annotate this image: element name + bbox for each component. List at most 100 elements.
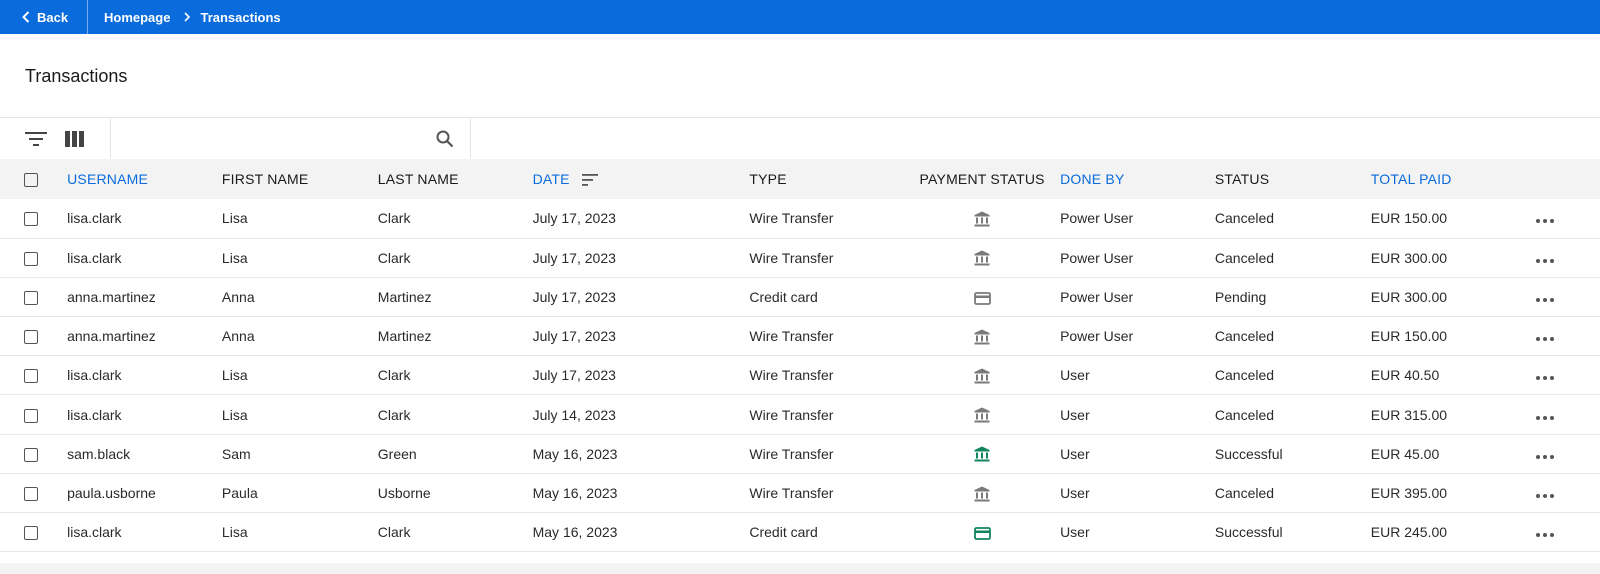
table-row[interactable]: anna.martinez Anna Martinez July 17, 202…	[0, 277, 1600, 317]
cell-done-by: User	[1060, 484, 1090, 501]
cell-total-paid: EUR 395.00	[1370, 484, 1448, 501]
cell-status: Canceled	[1214, 367, 1275, 384]
cell-payment-status	[904, 473, 1060, 512]
more-actions-icon[interactable]	[1535, 219, 1554, 224]
search-input[interactable]	[111, 118, 421, 158]
more-actions-icon[interactable]	[1535, 454, 1554, 459]
table-row[interactable]: paula.usborne Paula Usborne May 16, 2023…	[0, 473, 1600, 513]
page-title: Transactions	[25, 66, 128, 86]
table-row[interactable]: lisa.clark Lisa Clark July 17, 2023 Wire…	[0, 238, 1600, 278]
more-actions-icon[interactable]	[1535, 376, 1554, 381]
cell-type: Wire Transfer	[749, 406, 834, 423]
row-checkbox[interactable]	[24, 447, 38, 462]
search-icon[interactable]	[436, 130, 454, 153]
row-checkbox[interactable]	[24, 408, 38, 423]
row-checkbox[interactable]	[24, 212, 38, 227]
cell-done-by: User	[1060, 367, 1090, 384]
cell-payment-status	[904, 277, 1060, 316]
column-header-done-by[interactable]: DONE BY	[1060, 159, 1215, 199]
cell-first-name: Paula	[221, 484, 258, 501]
row-checkbox[interactable]	[24, 330, 38, 345]
row-checkbox[interactable]	[24, 526, 38, 541]
cell-payment-status	[904, 199, 1060, 238]
column-header-total-paid[interactable]: TOTAL PAID	[1371, 159, 1526, 199]
bank-icon	[974, 328, 990, 345]
table-row[interactable]: lisa.clark Lisa Clark May 16, 2023 Credi…	[0, 513, 1600, 552]
more-actions-icon[interactable]	[1535, 415, 1554, 420]
chevron-right-icon	[184, 12, 191, 22]
cell-total-paid: EUR 45.00	[1370, 445, 1440, 462]
back-button[interactable]: Back	[0, 0, 88, 34]
more-actions-icon[interactable]	[1535, 258, 1554, 263]
top-bar: Back Homepage Transactions	[0, 0, 1600, 34]
row-checkbox[interactable]	[24, 487, 38, 502]
table-row[interactable]: lisa.clark Lisa Clark July 17, 2023 Wire…	[0, 356, 1600, 395]
breadcrumb-transactions: Transactions	[200, 9, 281, 25]
row-checkbox[interactable]	[24, 291, 38, 306]
cell-first-name: Lisa	[221, 406, 248, 423]
cell-total-paid: EUR 245.00	[1370, 524, 1448, 541]
row-checkbox[interactable]	[24, 369, 38, 384]
more-actions-icon[interactable]	[1535, 337, 1554, 342]
cell-username: lisa.clark	[67, 367, 122, 384]
cell-done-by: Power User	[1060, 210, 1134, 227]
cell-payment-status	[904, 317, 1060, 356]
select-all-checkbox[interactable]	[24, 173, 38, 188]
table-row[interactable]: lisa.clark Lisa Clark July 14, 2023 Wire…	[0, 395, 1600, 435]
cell-date: July 17, 2023	[532, 288, 616, 305]
cell-username: lisa.clark	[67, 524, 122, 541]
table-row[interactable]: lisa.clark Lisa Clark July 17, 2023 Wire…	[0, 199, 1600, 239]
row-checkbox[interactable]	[24, 251, 38, 266]
table-row[interactable]: sam.black Sam Green May 16, 2023 Wire Tr…	[0, 434, 1600, 474]
cell-date: July 17, 2023	[532, 328, 616, 345]
back-label: Back	[37, 9, 69, 25]
cell-last-name: Clark	[377, 406, 411, 423]
column-header-status: STATUS	[1214, 171, 1270, 187]
cell-date: July 17, 2023	[532, 249, 616, 266]
column-header-type: TYPE	[749, 171, 787, 187]
cell-type: Wire Transfer	[749, 328, 834, 345]
more-actions-icon[interactable]	[1535, 493, 1554, 498]
column-header-first-name: FIRST NAME	[221, 171, 309, 187]
cell-status: Successful	[1214, 524, 1283, 541]
credit-card-icon	[973, 289, 991, 305]
cell-date: May 16, 2023	[532, 524, 618, 541]
column-header-last-name: LAST NAME	[377, 171, 459, 187]
column-header-username[interactable]: USERNAME	[67, 159, 222, 199]
cell-done-by: User	[1060, 406, 1090, 423]
cell-payment-status	[904, 513, 1060, 552]
filter-icon[interactable]	[25, 131, 47, 147]
cell-type: Wire Transfer	[749, 249, 834, 266]
cell-first-name: Lisa	[221, 249, 248, 266]
cell-payment-status	[904, 238, 1060, 277]
more-actions-icon[interactable]	[1535, 533, 1554, 538]
cell-total-paid: EUR 315.00	[1370, 406, 1448, 423]
cell-total-paid: EUR 300.00	[1370, 288, 1448, 305]
credit-card-icon	[973, 524, 991, 540]
cell-date: July 17, 2023	[532, 210, 616, 227]
table-header-row: USERNAME FIRST NAME LAST NAME DATE TYPE …	[0, 159, 1600, 199]
cell-username: anna.martinez	[67, 328, 156, 345]
columns-icon[interactable]	[65, 130, 84, 147]
table-footer	[0, 563, 1600, 574]
cell-status: Pending	[1214, 288, 1267, 305]
cell-username: paula.usborne	[67, 484, 156, 501]
cell-status: Canceled	[1214, 406, 1275, 423]
cell-done-by: User	[1060, 524, 1090, 541]
cell-type: Wire Transfer	[749, 210, 834, 227]
column-header-date[interactable]: DATE	[533, 159, 750, 199]
more-actions-icon[interactable]	[1535, 297, 1554, 302]
cell-username: sam.black	[67, 445, 131, 462]
cell-total-paid: EUR 150.00	[1370, 328, 1448, 345]
cell-username: lisa.clark	[67, 249, 122, 266]
cell-type: Wire Transfer	[749, 445, 834, 462]
cell-first-name: Lisa	[221, 367, 248, 384]
cell-status: Canceled	[1214, 249, 1275, 266]
cell-last-name: Clark	[377, 367, 411, 384]
column-header-payment-status: PAYMENT STATUS	[919, 171, 1045, 187]
breadcrumb-homepage[interactable]: Homepage	[104, 10, 170, 25]
cell-total-paid: EUR 40.50	[1370, 367, 1440, 384]
cell-first-name: Lisa	[221, 524, 248, 541]
table-row[interactable]: anna.martinez Anna Martinez July 17, 202…	[0, 317, 1600, 356]
column-header-date-label: DATE	[532, 171, 570, 187]
